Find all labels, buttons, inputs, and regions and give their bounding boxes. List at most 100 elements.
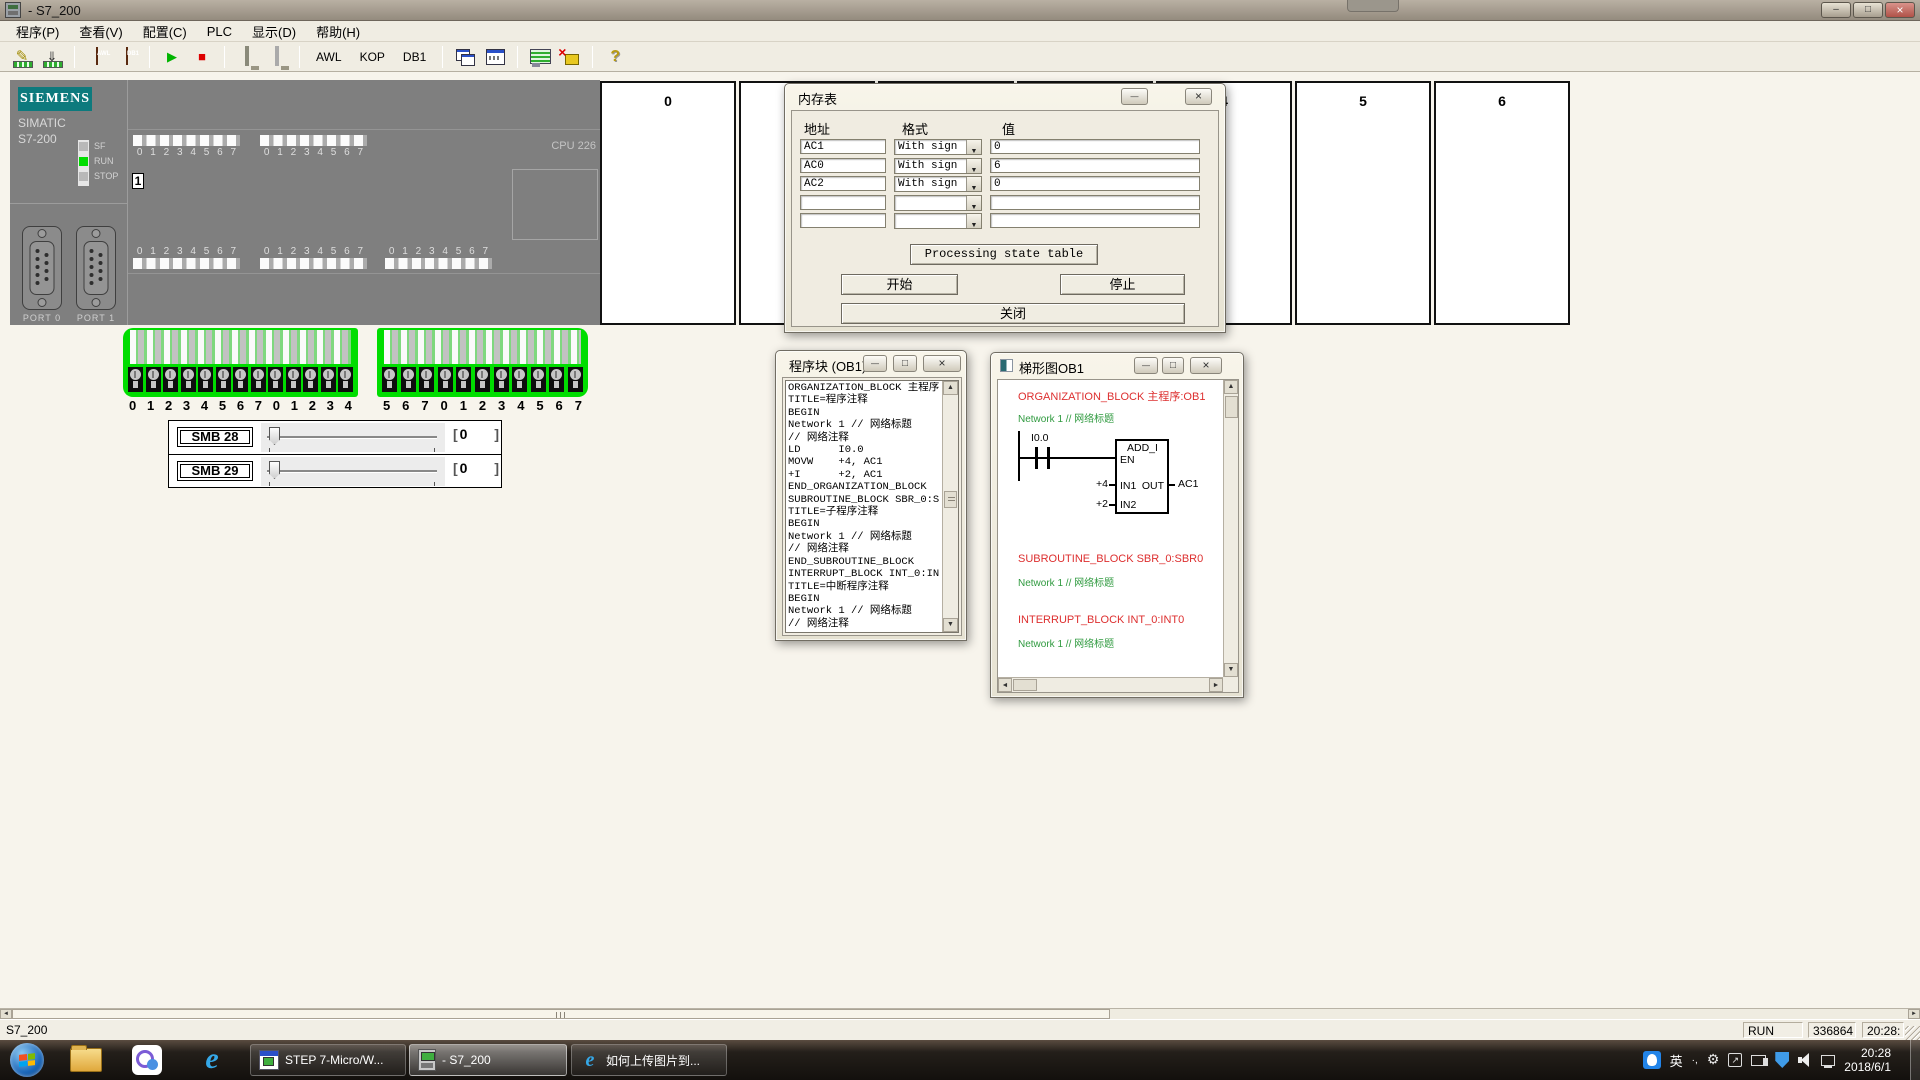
scrollbar-thumb[interactable] [1013, 679, 1037, 691]
close-button[interactable] [1885, 2, 1915, 18]
dropdown-arrow-icon[interactable] [966, 196, 981, 210]
address-field[interactable]: AC2 [800, 176, 886, 191]
unlock-icon[interactable] [558, 45, 582, 69]
main-horizontal-scrollbar[interactable] [0, 1008, 1920, 1019]
chart-window-icon[interactable] [483, 45, 507, 69]
dialog-minimize-button[interactable] [1121, 88, 1148, 105]
value-field[interactable] [990, 195, 1200, 210]
taskbar-button-browser[interactable]: e 如何上传图片到... [571, 1044, 727, 1076]
value-field[interactable] [990, 213, 1200, 228]
security-shield-icon[interactable] [1775, 1052, 1789, 1068]
dialog-close-button[interactable] [1185, 88, 1212, 105]
input-switch[interactable] [233, 367, 248, 392]
clipboard-awl-icon[interactable]: AWL [85, 45, 109, 69]
stop-icon[interactable] [190, 45, 214, 69]
titlebar[interactable]: - S7_200 [0, 0, 1920, 21]
format-select[interactable] [894, 195, 982, 211]
value-field[interactable]: 0 [990, 176, 1200, 191]
processing-state-button[interactable]: Processing state table [910, 244, 1098, 265]
internet-explorer-icon[interactable]: e [196, 1043, 228, 1075]
start-button[interactable] [10, 1043, 44, 1077]
expansion-slot[interactable]: 6 [1434, 81, 1570, 325]
minimize-button[interactable] [1821, 2, 1851, 18]
ladder-canvas[interactable]: ORGANIZATION_BLOCK 主程序:OB1 Network 1 // … [998, 380, 1223, 677]
scroll-left-icon[interactable] [0, 1009, 12, 1019]
export-icon[interactable] [40, 45, 64, 69]
add-i-block[interactable]: ADD_I EN IN1 OUT IN2 [1115, 439, 1169, 514]
scroll-right-icon[interactable] [1209, 678, 1223, 692]
dropdown-arrow-icon[interactable] [966, 214, 981, 228]
expansion-slot[interactable]: 0 [600, 81, 736, 325]
taskbar-button-s7200[interactable]: - S7_200 [409, 1044, 567, 1076]
dropdown-arrow-icon[interactable] [966, 140, 981, 154]
pinned-app-icon[interactable] [132, 1045, 162, 1075]
input-switch[interactable] [419, 367, 434, 392]
ladder-horizontal-scrollbar[interactable] [998, 677, 1223, 692]
run-icon[interactable] [160, 45, 184, 69]
input-switch[interactable] [163, 367, 178, 392]
dropdown-arrow-icon[interactable] [966, 177, 981, 191]
address-field[interactable]: AC0 [800, 158, 886, 173]
input-switch[interactable] [531, 367, 546, 392]
expansion-slot[interactable]: 5 [1295, 81, 1431, 325]
smb-slider[interactable] [261, 423, 445, 452]
scrollbar-thumb[interactable] [12, 1009, 1110, 1019]
qq-tray-icon[interactable] [1643, 1051, 1661, 1069]
menu-item[interactable]: 程序(P) [6, 20, 69, 43]
ime-punctuation-indicator[interactable]: ·, [1692, 1055, 1698, 1066]
value-field[interactable]: 0 [990, 139, 1200, 154]
menu-item[interactable]: 配置(C) [133, 20, 197, 43]
db1-view-button[interactable]: DB1 [397, 47, 432, 67]
input-switch[interactable] [382, 367, 397, 392]
input-switch[interactable] [268, 367, 283, 392]
stop-button[interactable]: 停止 [1060, 274, 1185, 295]
value-field[interactable]: 6 [990, 158, 1200, 173]
show-desktop-button[interactable] [1910, 1040, 1920, 1080]
scrollbar-thumb[interactable] [1225, 396, 1238, 418]
scroll-down-icon[interactable] [1224, 663, 1238, 677]
ladder-vertical-scrollbar[interactable] [1223, 380, 1238, 677]
menu-item[interactable]: PLC [197, 22, 242, 41]
format-select[interactable]: With sign [894, 158, 982, 174]
scroll-right-icon[interactable] [1908, 1009, 1920, 1019]
scroll-up-icon[interactable] [943, 381, 958, 395]
help-icon[interactable] [603, 45, 627, 69]
slider-handle[interactable] [269, 427, 280, 445]
ladder-restore-button[interactable] [1162, 357, 1184, 374]
input-switch[interactable] [456, 367, 471, 392]
input-switch[interactable] [568, 367, 583, 392]
input-switch[interactable] [128, 367, 143, 392]
scroll-left-icon[interactable] [998, 678, 1012, 692]
input-switch[interactable] [549, 367, 564, 392]
share-tray-icon[interactable]: ↗ [1728, 1053, 1742, 1067]
program-restore-button[interactable] [893, 355, 917, 372]
td200-icon[interactable] [528, 45, 552, 69]
scroll-up-icon[interactable] [1224, 380, 1238, 394]
menu-item[interactable]: 显示(D) [242, 20, 306, 43]
input-switch[interactable] [438, 367, 453, 392]
format-select[interactable] [894, 213, 982, 229]
edit-program-icon[interactable] [10, 45, 34, 69]
ladder-minimize-button[interactable] [1134, 357, 1158, 374]
input-switch[interactable] [146, 367, 161, 392]
monitor-off-icon[interactable] [265, 45, 289, 69]
clock[interactable]: 20:28 2018/6/1 [1844, 1046, 1891, 1074]
program-close-button[interactable] [923, 355, 961, 372]
input-switch[interactable] [216, 367, 231, 392]
program-minimize-button[interactable] [863, 355, 887, 372]
network-icon[interactable] [1821, 1055, 1835, 1066]
explorer-icon[interactable] [70, 1048, 102, 1072]
input-switch[interactable] [181, 367, 196, 392]
settings-tray-icon[interactable]: ⚙ [1707, 1052, 1720, 1068]
awl-view-button[interactable]: AWL [310, 47, 348, 67]
address-field[interactable] [800, 213, 886, 228]
resize-grip-icon[interactable] [1905, 1026, 1920, 1041]
input-switch[interactable] [286, 367, 301, 392]
slider-handle[interactable] [269, 461, 280, 479]
scroll-down-icon[interactable] [943, 618, 958, 632]
input-switch[interactable] [321, 367, 336, 392]
pc-tray-icon[interactable] [1751, 1055, 1766, 1066]
monitor-icon[interactable] [235, 45, 259, 69]
ladder-diagram-window[interactable]: 梯形图OB1 ORGANIZATION_BLOCK 主程序:OB1 Networ… [990, 352, 1244, 698]
input-switch[interactable] [198, 367, 213, 392]
